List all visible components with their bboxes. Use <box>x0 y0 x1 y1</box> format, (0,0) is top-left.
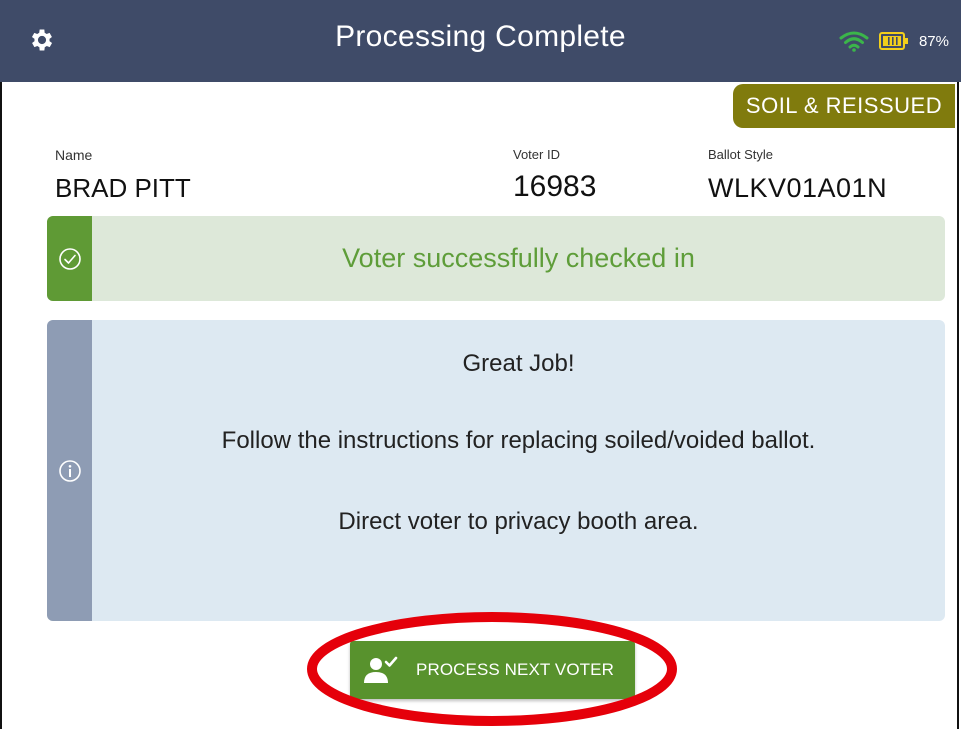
info-heading: Great Job! <box>462 350 575 377</box>
success-banner-side <box>47 216 92 301</box>
success-banner: Voter successfully checked in <box>47 216 945 301</box>
process-next-voter-button[interactable]: PROCESS NEXT VOTER <box>350 641 635 699</box>
check-circle-icon <box>58 247 81 270</box>
voter-check-icon <box>364 656 398 683</box>
status-area: 87% <box>839 30 949 52</box>
success-message: Voter successfully checked in <box>342 243 695 273</box>
info-panel-side <box>47 320 92 621</box>
info-instruction: Follow the instructions for replacing so… <box>221 427 816 454</box>
voter-name: BRAD PITT <box>55 173 191 203</box>
name-label: Name <box>55 147 93 163</box>
battery-icon <box>878 32 908 50</box>
voter-id: 16983 <box>513 170 597 203</box>
top-bar: Processing Complete 87% <box>0 0 961 82</box>
info-direction: Direct voter to privacy booth area. <box>338 508 699 535</box>
process-next-voter-label: PROCESS NEXT VOTER <box>416 660 614 679</box>
ballot-style-label: Ballot Style <box>708 147 774 162</box>
page-title: Processing Complete <box>335 20 626 53</box>
battery-percent: 87% <box>918 32 949 50</box>
wifi-icon <box>839 31 869 52</box>
voter-id-label: Voter ID <box>513 147 560 162</box>
info-panel: Great Job! Follow the instructions for r… <box>47 320 945 621</box>
status-badge: SOIL & REISSUED <box>733 84 955 128</box>
ballot-style: WLKV01A01N <box>708 173 888 203</box>
info-circle-icon <box>58 459 81 482</box>
